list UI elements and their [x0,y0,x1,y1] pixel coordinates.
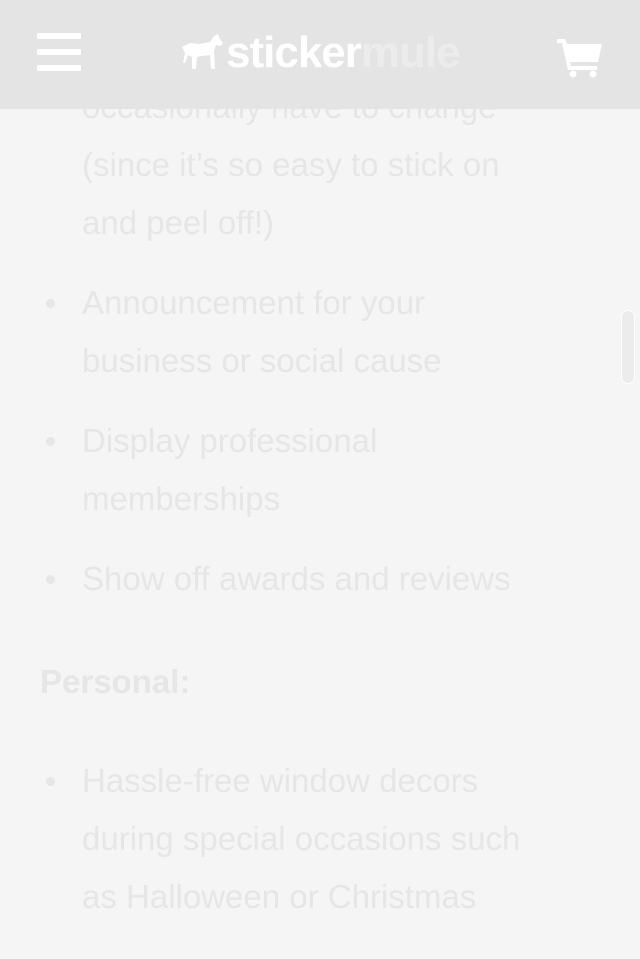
bullet-dot [46,575,55,584]
section-heading: Personal: [40,663,191,700]
logo-text-sticker: sticker [226,28,362,77]
hamburger-menu-icon[interactable] [37,33,81,73]
stickermule-logo[interactable]: stickermule [180,28,461,77]
list-item: Show off awards and reviews [0,550,640,608]
list-item: Hassle-free window decors during special… [0,752,640,926]
logo-text-mule: mule [360,28,461,77]
list-item-line: business or social cause [82,342,442,379]
site-header: stickermule [0,0,640,109]
list-item-line: Announcement for your [82,284,426,321]
bullet-dot [46,777,55,786]
list-item: Announcement for your business or social… [0,274,640,390]
cart-icon[interactable] [556,36,604,78]
scrollbar-thumb[interactable] [621,310,635,384]
page: occasionally have to change (since it’s … [0,0,640,959]
list-item-line: as Halloween or Christmas [82,878,477,915]
list-item-line: and peel off!) [82,204,275,241]
list-item-line: Show off awards and reviews [82,560,511,597]
list-item-line: Hassle-free window decors [82,762,479,799]
list-item-line: Display professional [82,422,378,459]
list-item-line: memberships [82,480,281,517]
bullet-dot [46,437,55,446]
list-item-line: during special occasions such [82,820,521,857]
list-item-line: (since it’s so easy to stick on [82,146,500,183]
mule-logo-icon [182,34,223,69]
bullet-dot [46,299,55,308]
list-item: Display professional memberships [0,412,640,528]
